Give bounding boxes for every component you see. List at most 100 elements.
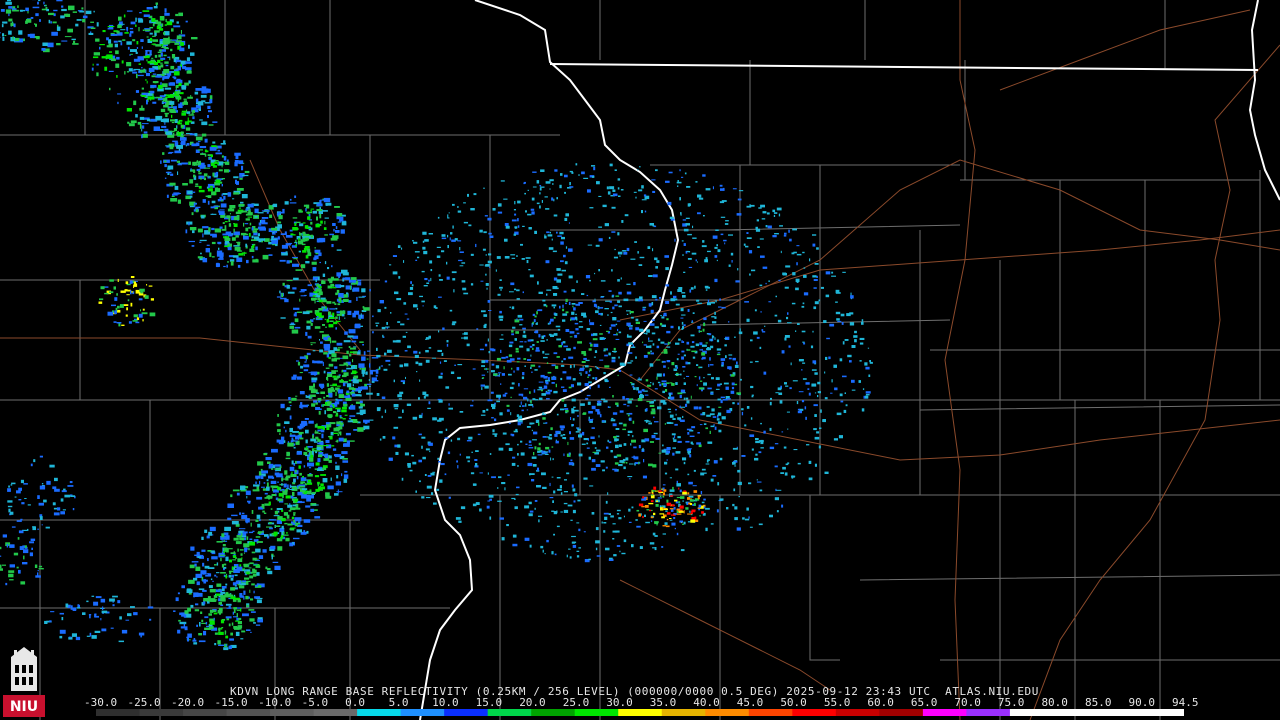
echo-pixel (533, 319, 536, 323)
echo-pixel (505, 356, 509, 359)
echo-pixel (348, 417, 352, 420)
echo-pixel (729, 408, 732, 410)
echo-pixel (606, 446, 609, 449)
echo-pixel (335, 465, 340, 470)
echo-pixel (292, 227, 298, 231)
echo-pixel (160, 118, 164, 122)
echo-pixel (50, 21, 52, 24)
echo-pixel (311, 377, 318, 381)
echo-pixel (246, 572, 250, 575)
echo-pixel (221, 200, 223, 202)
echo-pixel (515, 331, 519, 334)
echo-pixel (457, 240, 462, 242)
echo-pixel (164, 98, 168, 101)
echo-pixel (659, 383, 662, 387)
echo-pixel (303, 465, 306, 468)
echo-pixel (746, 232, 749, 234)
echo-pixel (412, 461, 417, 465)
echo-pixel (302, 222, 306, 224)
echo-pixel (812, 275, 817, 278)
echo-pixel (769, 514, 773, 518)
echo-pixel (141, 125, 145, 129)
echo-pixel (198, 588, 205, 591)
echo-pixel (603, 522, 607, 524)
echo-pixel (197, 140, 201, 142)
echo-pixel (133, 612, 138, 616)
echo-pixel (563, 434, 566, 436)
echo-pixel (612, 412, 618, 415)
echo-pixel (759, 346, 762, 349)
echo-pixel (363, 351, 366, 356)
echo-pixel (676, 513, 682, 515)
echo-pixel (450, 439, 453, 442)
echo-pixel (426, 485, 432, 489)
echo-pixel (641, 199, 647, 201)
echo-pixel (511, 219, 517, 222)
echo-pixel (333, 278, 339, 281)
echo-pixel (324, 410, 326, 415)
echo-pixel (423, 285, 428, 287)
echo-pixel (130, 606, 135, 608)
echo-pixel (561, 342, 563, 346)
echo-pixel (543, 376, 548, 379)
echo-pixel (792, 272, 796, 276)
echo-pixel (780, 472, 784, 474)
echo-pixel (536, 311, 538, 315)
echo-pixel (571, 289, 575, 292)
echo-pixel (270, 545, 276, 550)
echo-pixel (666, 499, 669, 503)
echo-pixel (188, 222, 190, 226)
echo-pixel (461, 262, 466, 264)
echo-pixel (101, 610, 108, 614)
echo-pixel (527, 189, 529, 191)
echo-pixel (109, 87, 111, 91)
echo-pixel (359, 341, 364, 343)
echo-pixel (164, 112, 169, 115)
echo-pixel (639, 546, 643, 549)
echo-pixel (256, 599, 262, 604)
echo-pixel (532, 344, 535, 347)
echo-pixel (542, 436, 547, 438)
echo-pixel (280, 403, 285, 409)
echo-pixel (835, 301, 838, 303)
echo-pixel (351, 340, 357, 343)
echo-pixel (293, 513, 296, 516)
echo-pixel (604, 308, 609, 310)
echo-pixel (136, 47, 139, 49)
echo-pixel (682, 219, 687, 221)
echo-pixel (310, 323, 313, 326)
echo-pixel (611, 356, 616, 359)
echo-pixel (612, 423, 617, 427)
echo-pixel (163, 118, 169, 123)
echo-pixel (588, 348, 592, 351)
echo-pixel (581, 443, 586, 445)
echo-pixel (595, 409, 600, 412)
echo-pixel (323, 343, 331, 349)
echo-pixel (718, 429, 722, 433)
echo-pixel (150, 298, 154, 301)
echo-pixel (322, 478, 328, 483)
echo-pixel (639, 394, 644, 399)
echo-pixel (854, 330, 857, 334)
echo-pixel (738, 190, 744, 192)
echo-pixel (714, 316, 717, 319)
echo-pixel (472, 368, 476, 370)
echo-pixel (618, 331, 622, 334)
echo-pixel (814, 414, 817, 417)
echo-pixel (540, 340, 545, 342)
echo-pixel (241, 194, 248, 199)
echo-pixel (597, 411, 601, 415)
echo-pixel (814, 263, 819, 265)
echo-pixel (473, 193, 477, 196)
echo-pixel (611, 231, 616, 233)
echo-pixel (320, 474, 326, 476)
echo-pixel (538, 519, 540, 523)
echo-pixel (541, 335, 544, 339)
echo-pixel (532, 347, 534, 350)
echo-pixel (565, 302, 567, 305)
echo-pixel (258, 238, 266, 241)
echo-pixel (221, 533, 225, 538)
echo-pixel (672, 437, 675, 440)
echo-pixel (242, 613, 249, 617)
scale-swatch (1140, 709, 1184, 716)
